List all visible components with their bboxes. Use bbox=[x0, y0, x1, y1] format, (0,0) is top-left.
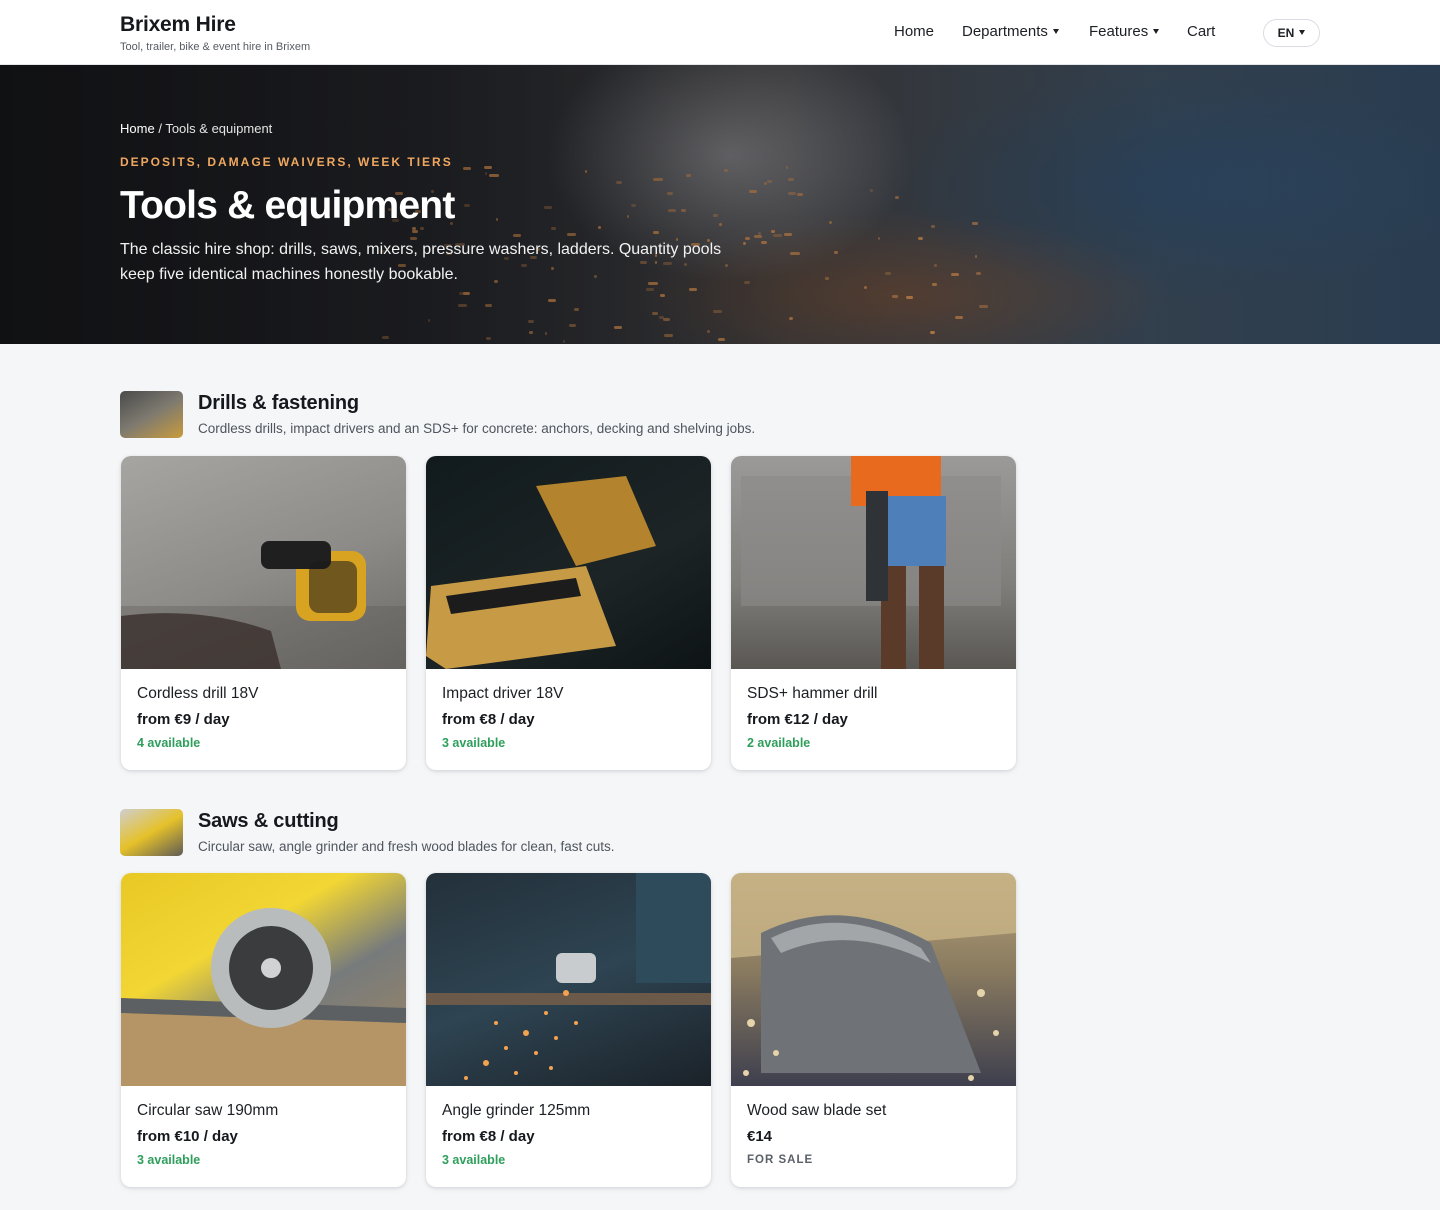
nav-departments[interactable]: Departments bbox=[962, 23, 1059, 41]
brand-tagline: Tool, trailer, bike & event hire in Brix… bbox=[120, 41, 311, 53]
brand-name[interactable]: Brixem Hire bbox=[120, 13, 310, 37]
availability-badge: 3 available bbox=[137, 1153, 201, 1167]
impact-driver-photo bbox=[426, 476, 656, 669]
product-name: Angle grinder 125mm bbox=[442, 1102, 591, 1119]
circular-saw-photo bbox=[121, 908, 406, 1086]
section-title: Drills & fastening bbox=[198, 392, 359, 414]
availability-badge: 3 available bbox=[442, 1153, 506, 1167]
sds-drill-photo bbox=[741, 456, 1001, 669]
nav-departments-label: Departments bbox=[962, 23, 1048, 40]
product-name: Wood saw blade set bbox=[747, 1102, 887, 1119]
section-title: Saws & cutting bbox=[198, 810, 339, 832]
product-name: Circular saw 190mm bbox=[137, 1102, 279, 1119]
product-name: Impact driver 18V bbox=[442, 685, 564, 702]
hero-subtitle: The classic hire shop: drills, saws, mix… bbox=[120, 241, 722, 283]
chevron-down-icon bbox=[1299, 29, 1306, 35]
product-card[interactable]: Angle grinder 125mm from €8 / day 3 avai… bbox=[426, 873, 711, 1187]
site-header: Brixem Hire Tool, trailer, bike & event … bbox=[0, 0, 1440, 65]
breadcrumb: Home / Tools & equipment bbox=[120, 121, 272, 137]
nav-cart-label: Cart bbox=[1187, 23, 1216, 40]
product-card[interactable]: Circular saw 190mm from €10 / day 3 avai… bbox=[121, 873, 406, 1187]
section-thumbnail bbox=[120, 391, 183, 438]
breadcrumb-home[interactable]: Home bbox=[120, 121, 155, 136]
product-image bbox=[731, 456, 1016, 669]
nav-features-label: Features bbox=[1089, 23, 1149, 40]
drill-photo bbox=[121, 541, 406, 669]
product-price: from €9 / day bbox=[137, 711, 230, 728]
product-price: from €8 / day bbox=[442, 1128, 535, 1145]
availability-badge: 3 available bbox=[442, 736, 506, 750]
nav-home-label: Home bbox=[894, 23, 935, 40]
nav-cart[interactable]: Cart bbox=[1187, 23, 1215, 41]
breadcrumb-separator: / bbox=[158, 121, 162, 136]
nav-home[interactable]: Home bbox=[894, 23, 934, 41]
product-name: Cordless drill 18V bbox=[137, 685, 259, 702]
product-price: from €10 / day bbox=[137, 1128, 238, 1145]
section-thumbnail bbox=[120, 809, 183, 856]
product-card[interactable]: SDS+ hammer drill from €12 / day 2 avail… bbox=[731, 456, 1016, 770]
availability-badge: 4 available bbox=[137, 736, 201, 750]
product-price: €14 bbox=[747, 1128, 773, 1145]
product-image bbox=[426, 873, 711, 1086]
saw-blade-photo bbox=[731, 873, 1016, 1081]
product-card[interactable]: Cordless drill 18V from €9 / day 4 avail… bbox=[121, 456, 406, 770]
product-image bbox=[731, 873, 1016, 1086]
hero-banner: Home / Tools & equipment DEPOSITS, DAMAG… bbox=[0, 65, 1440, 344]
product-image bbox=[426, 456, 711, 669]
angle-grinder-photo bbox=[426, 873, 711, 1080]
sale-badge: FOR SALE bbox=[747, 1154, 814, 1166]
nav-features[interactable]: Features bbox=[1089, 23, 1160, 41]
breadcrumb-current: Tools & equipment bbox=[165, 121, 273, 136]
availability-badge: 2 available bbox=[747, 736, 811, 750]
product-image bbox=[121, 456, 406, 669]
product-card[interactable]: Wood saw blade set €14 FOR SALE bbox=[731, 873, 1016, 1187]
chevron-down-icon bbox=[1052, 28, 1059, 34]
language-selector[interactable]: EN bbox=[1263, 19, 1320, 47]
brand[interactable]: Brixem Hire Tool, trailer, bike & event … bbox=[120, 13, 310, 54]
hero-eyebrow: DEPOSITS, DAMAGE WAIVERS, WEEK TIERS bbox=[120, 155, 453, 169]
product-image bbox=[121, 873, 406, 1086]
product-price: from €12 / day bbox=[747, 711, 848, 728]
section-description: Cordless drills, impact drivers and an S… bbox=[198, 421, 756, 436]
product-price: from €8 / day bbox=[442, 711, 535, 728]
chevron-down-icon bbox=[1153, 28, 1160, 34]
page-title: Tools & equipment bbox=[120, 184, 455, 227]
product-card[interactable]: Impact driver 18V from €8 / day 3 availa… bbox=[426, 456, 711, 770]
product-name: SDS+ hammer drill bbox=[747, 685, 878, 702]
section-description: Circular saw, angle grinder and fresh wo… bbox=[198, 839, 615, 854]
language-label: EN bbox=[1277, 26, 1295, 40]
